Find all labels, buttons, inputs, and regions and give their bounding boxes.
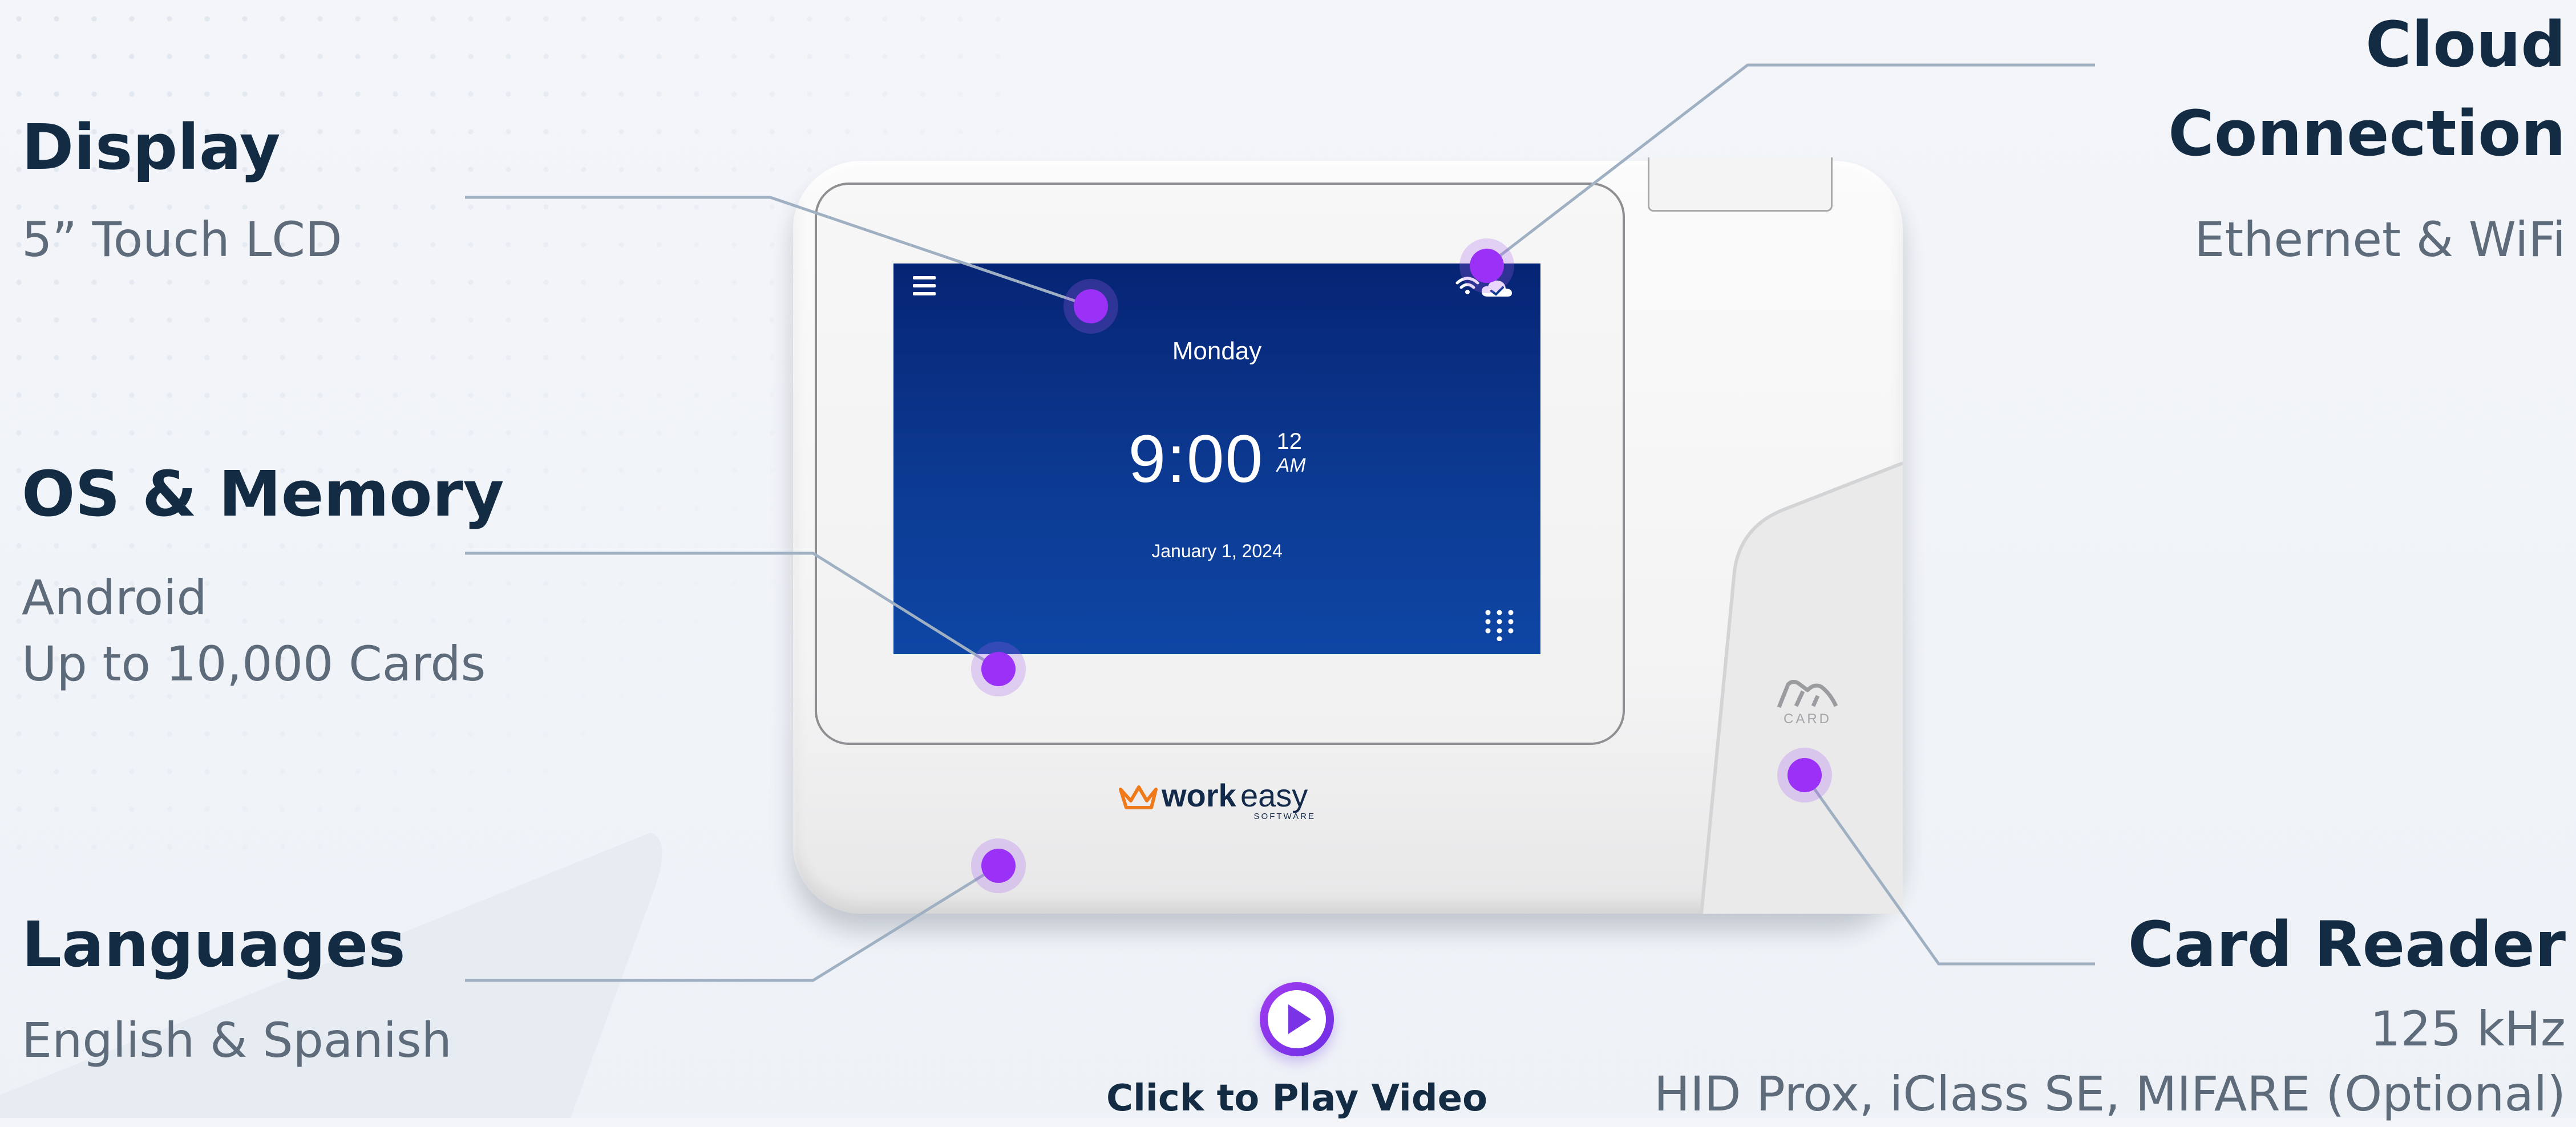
display-hotspot[interactable] [1063,279,1118,334]
card-reader-hotspot[interactable] [1777,748,1832,802]
callout-lines [465,63,2095,982]
cloud-callout-line [1486,63,2095,267]
display-callout-line [465,196,1091,308]
play-video-button[interactable] [1260,982,1334,1056]
languages-callout-line [465,864,1000,982]
os-memory-callout-line [465,552,1000,671]
card-reader-callout-line [1803,774,2095,966]
cloud-hotspot[interactable] [1459,238,1514,293]
play-icon [1288,1004,1311,1034]
os-memory-hotspot[interactable] [971,642,1026,696]
languages-hotspot[interactable] [971,838,1026,893]
play-video-label[interactable]: Click to Play Video [1061,1070,1532,1127]
